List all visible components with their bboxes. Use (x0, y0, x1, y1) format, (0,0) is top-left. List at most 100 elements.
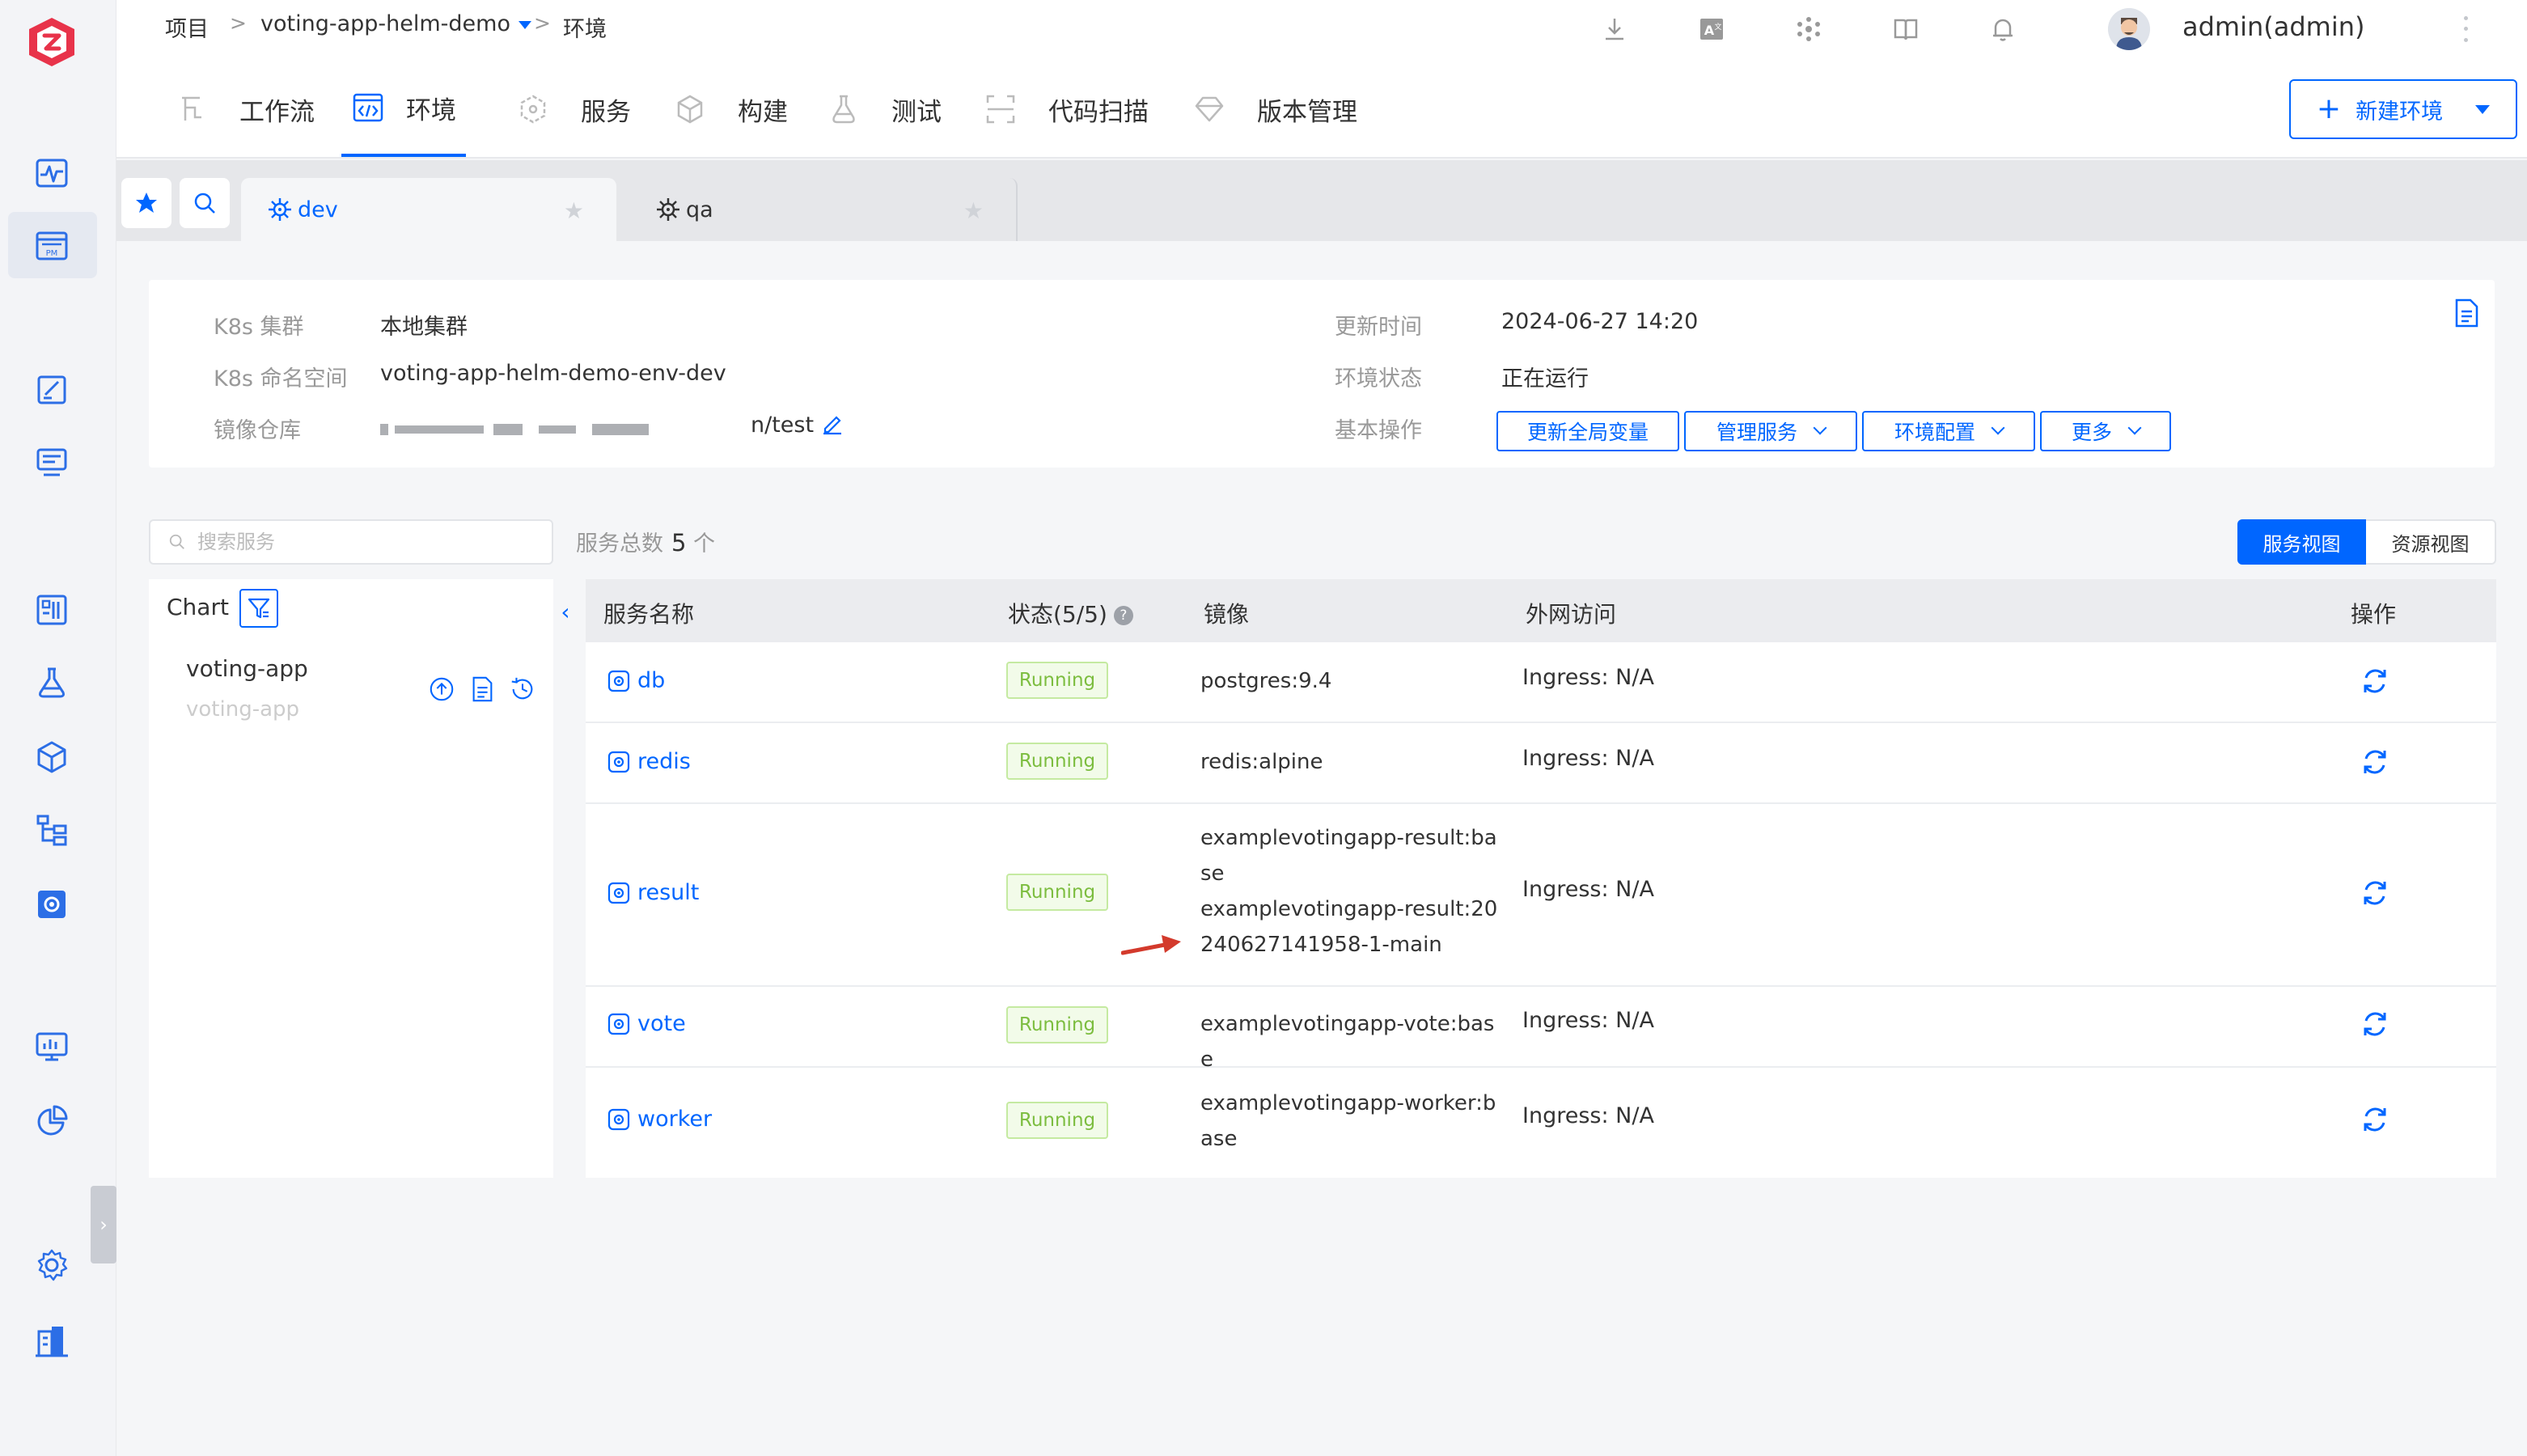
breadcrumb-separator: > (534, 11, 551, 35)
notification-bell-icon[interactable] (1985, 11, 2021, 47)
service-link-worker[interactable]: worker (607, 1107, 712, 1132)
header-image: 镜像 (1204, 601, 1250, 628)
image-value: examplevotingapp-worker:base (1200, 1091, 1496, 1151)
status-badge: Running (1006, 1102, 1108, 1139)
tab-code-scan[interactable]: 代码扫描 (984, 61, 1149, 157)
new-environment-button[interactable]: + 新建环境 (2289, 79, 2517, 139)
env-config-button[interactable]: 环境配置 (1862, 411, 2035, 451)
header-status: 状态(5/5)? (1008, 597, 1133, 629)
search-env-button[interactable] (180, 178, 230, 228)
tab-service[interactable]: 服务 (516, 61, 631, 157)
help-icon[interactable]: ? (1113, 606, 1133, 625)
service-total-count: 5 (671, 529, 687, 557)
resource-tree-icon[interactable] (29, 807, 74, 853)
table-row: worker Running examplevotingapp-worker:b… (586, 1068, 2496, 1178)
breadcrumb-separator: > (230, 11, 247, 35)
filter-icon[interactable] (239, 589, 278, 628)
download-icon[interactable] (1597, 11, 1632, 47)
tab-build[interactable]: 构建 (673, 61, 788, 157)
button-label: 管理服务 (1716, 421, 1797, 444)
service-icon (607, 670, 630, 692)
edit-pencil-icon[interactable] (820, 411, 844, 435)
restart-icon[interactable] (2359, 665, 2391, 697)
star-outline-icon[interactable]: ★ (963, 197, 984, 224)
image-value: redis:alpine (1200, 750, 1323, 774)
resource-view-button[interactable]: 资源视图 (2366, 519, 2496, 565)
upgrade-icon[interactable] (427, 675, 456, 704)
box-icon (673, 92, 707, 126)
service-search[interactable] (149, 519, 553, 565)
plus-icon: + (2316, 92, 2342, 125)
caret-down-icon (518, 20, 531, 29)
star-outline-icon[interactable]: ★ (564, 197, 584, 224)
restart-icon[interactable] (2359, 1008, 2391, 1040)
edit-document-icon[interactable] (29, 367, 74, 413)
manage-services-button[interactable]: 管理服务 (1684, 411, 1857, 451)
gear-settings-icon[interactable] (29, 1242, 74, 1288)
plugin-network-icon[interactable] (1791, 11, 1826, 47)
caret-down-icon[interactable] (2475, 104, 2491, 114)
tab-env-qa[interactable]: qa ★ (629, 178, 1018, 241)
delivery-center-icon[interactable] (29, 440, 74, 485)
service-link-vote[interactable]: vote (607, 1011, 686, 1036)
tab-label: 版本管理 (1257, 97, 1357, 127)
tab-environment[interactable]: 环境 (341, 61, 466, 157)
registry-value: n/test (751, 413, 815, 438)
history-icon[interactable] (508, 675, 537, 704)
service-link-result[interactable]: result (607, 880, 699, 905)
translate-icon[interactable]: A文 (1694, 11, 1729, 47)
restart-icon[interactable] (2359, 746, 2391, 778)
service-icon (607, 882, 630, 904)
tab-workflow[interactable]: 工作流 (175, 61, 315, 157)
updated-time-value: 2024-06-27 14:20 (1501, 309, 1699, 334)
chevron-down-icon (2127, 421, 2142, 435)
svg-text:文: 文 (1714, 22, 1721, 32)
docs-book-icon[interactable] (1888, 11, 1924, 47)
ingress-value: Ingress: N/A (1522, 1008, 1654, 1033)
restart-icon[interactable] (2359, 1103, 2391, 1136)
service-link-db[interactable]: db (607, 668, 665, 693)
restart-icon[interactable] (2359, 877, 2391, 909)
collapse-chart-panel-icon[interactable]: ‹ (553, 579, 578, 644)
tab-label: 环境 (406, 95, 456, 125)
search-input[interactable] (197, 531, 521, 553)
favorite-filter-button[interactable] (121, 178, 171, 228)
user-avatar[interactable] (2108, 8, 2150, 50)
tab-env-dev[interactable]: dev ★ (241, 178, 616, 241)
user-name[interactable]: admin(admin) (2182, 11, 2365, 42)
update-global-vars-button[interactable]: 更新全局变量 (1496, 411, 1679, 451)
activity-monitor-icon[interactable] (29, 150, 74, 196)
enterprise-building-icon[interactable] (29, 1318, 74, 1364)
service-link-redis[interactable]: redis (607, 749, 691, 774)
image-value: examplevotingapp-vote:base (1200, 1012, 1495, 1072)
more-button[interactable]: 更多 (2040, 411, 2171, 451)
breadcrumb-project[interactable]: voting-app-helm-demo (260, 11, 531, 36)
project-management-icon[interactable]: PM (29, 223, 74, 269)
view-toggle: 服务视图 资源视图 (2237, 519, 2496, 565)
more-menu-icon[interactable] (2459, 13, 2472, 45)
module-nav: 工作流 环境 服务 构建 测试 代码扫描 版本管理 + 新建环境 (116, 61, 2527, 159)
sidebar-expand-handle[interactable]: › (91, 1186, 116, 1263)
registry-value-redacted (380, 417, 744, 440)
document-icon[interactable] (2453, 298, 2480, 328)
artifact-cube-icon[interactable] (29, 734, 74, 780)
values-file-icon[interactable] (468, 675, 497, 704)
chart-item-actions (427, 675, 537, 704)
monitor-screen-icon[interactable] (29, 1024, 74, 1069)
tab-version-management[interactable]: 版本管理 (1192, 61, 1357, 157)
dashboard-icon[interactable] (29, 587, 74, 633)
service-view-button[interactable]: 服务视图 (2237, 519, 2366, 565)
tab-test[interactable]: 测试 (827, 61, 942, 157)
chart-item-name[interactable]: voting-app (186, 655, 308, 682)
logo-icon[interactable] (24, 15, 79, 70)
table-row: db Running postgres:9.4 Ingress: N/A (586, 642, 2496, 723)
pie-chart-icon[interactable] (29, 1098, 74, 1144)
left-sidebar: PM › (0, 0, 116, 1456)
service-total-label: 服务总数 (576, 531, 663, 557)
helm-wheel-icon (657, 198, 679, 221)
header-status-label: 状态(5/5) (1008, 601, 1107, 628)
system-settings-icon[interactable] (29, 882, 74, 927)
star-icon (136, 193, 157, 213)
test-flask-icon[interactable] (29, 660, 74, 705)
breadcrumb-root[interactable]: 项目 (165, 11, 209, 43)
